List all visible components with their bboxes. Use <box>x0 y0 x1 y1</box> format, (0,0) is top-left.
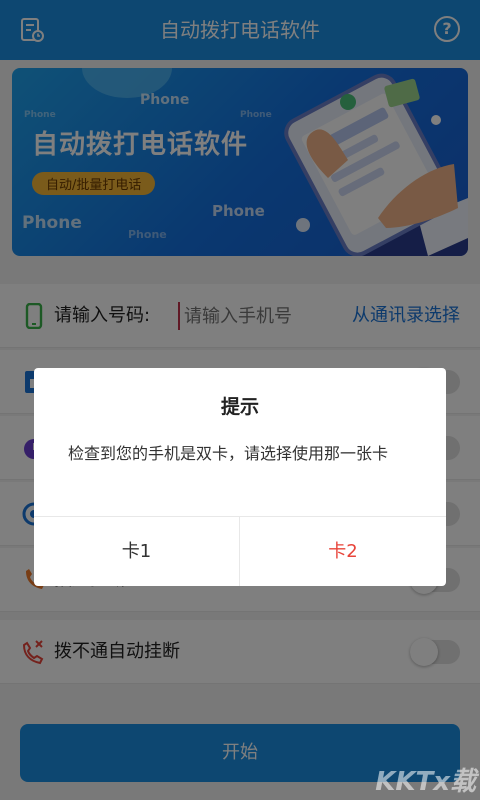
dialog-button-bar: 卡1 卡2 <box>34 516 446 586</box>
dialog-message: 检查到您的手机是双卡，请选择使用那一张卡 <box>68 444 389 463</box>
sim-card-1-button[interactable]: 卡1 <box>34 517 240 586</box>
dialog-title: 提示 <box>220 396 259 418</box>
site-watermark-logo: KKTx载 <box>375 767 476 797</box>
sim-select-dialog: 提示 检查到您的手机是双卡，请选择使用那一张卡 卡1 卡2 <box>34 368 446 586</box>
sim-card-2-button[interactable]: 卡2 <box>240 517 446 586</box>
